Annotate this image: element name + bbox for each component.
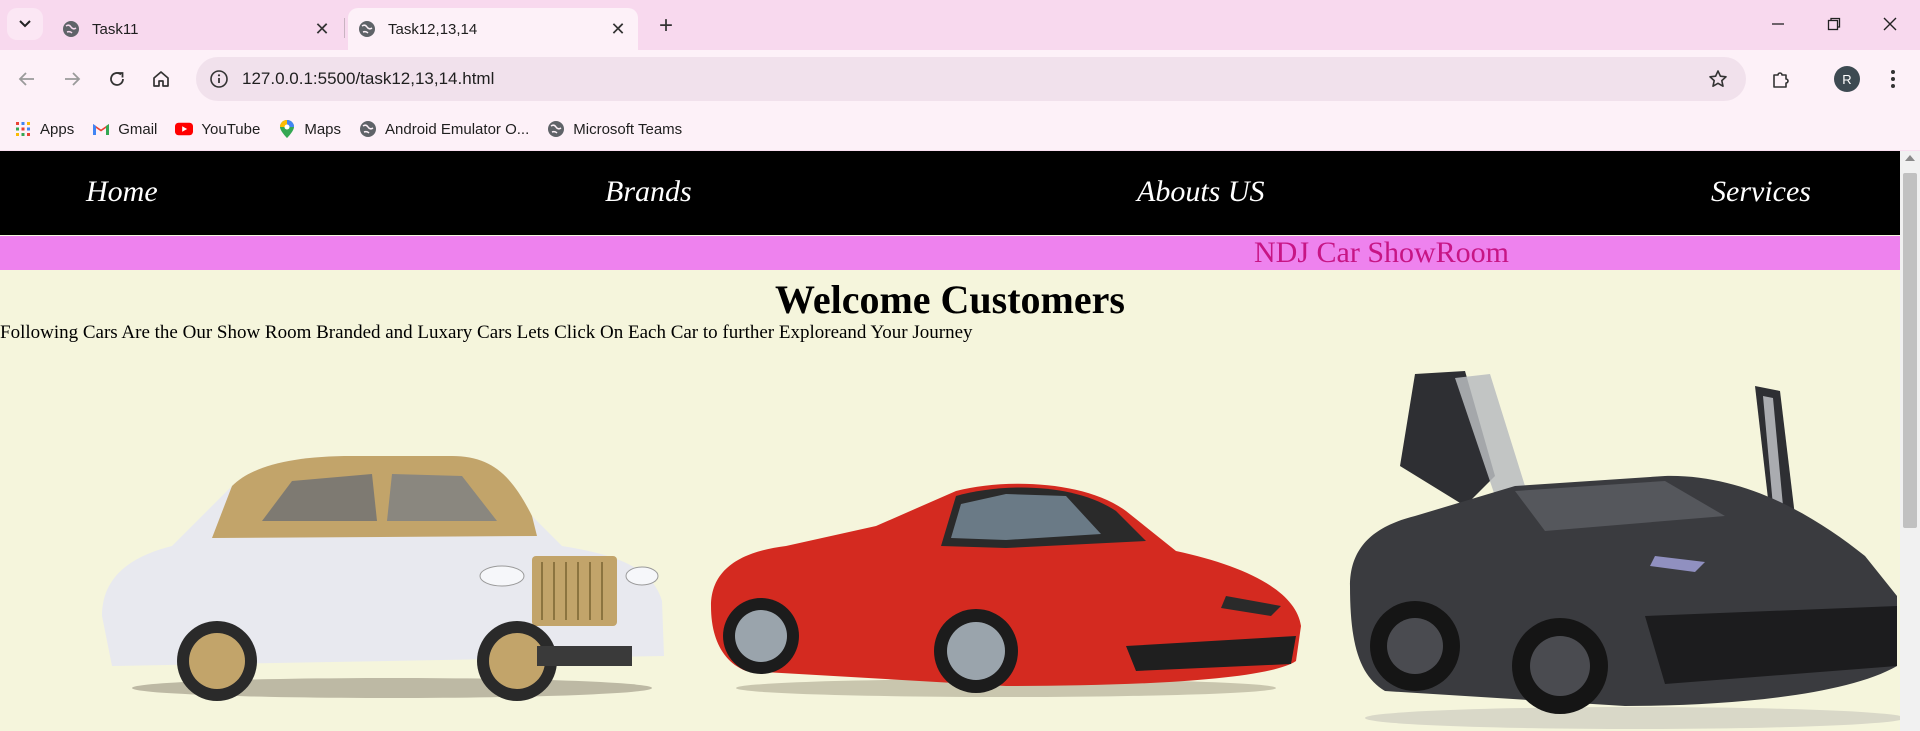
youtube-icon	[175, 120, 194, 138]
close-tab-icon[interactable]: ✕	[608, 19, 628, 39]
bookmarks-bar: Apps Gmail YouTube Maps Android Emulator…	[0, 108, 1920, 150]
car-image-rolls-royce[interactable]	[92, 426, 672, 701]
menu-button[interactable]	[1876, 62, 1910, 96]
tab-search-button[interactable]	[7, 8, 43, 40]
browser-toolbar: 127.0.0.1:5500/task12,13,14.html	[0, 50, 1920, 108]
page-title: Welcome Customers	[775, 277, 1125, 322]
bookmark-label: Android Emulator O...	[385, 120, 530, 138]
minimize-icon	[1772, 23, 1784, 25]
forward-button[interactable]	[55, 62, 89, 96]
tab-separator	[344, 18, 345, 38]
bookmark-label: Microsoft Teams	[573, 120, 683, 138]
bookmark-star-icon[interactable]	[1704, 65, 1732, 93]
chevron-down-icon	[19, 20, 31, 28]
close-tab-icon[interactable]: ✕	[312, 19, 332, 39]
marquee-text: NDJ Car ShowRoom	[1254, 236, 1510, 269]
bookmark-label: Maps	[304, 120, 342, 138]
extensions-button[interactable]	[1764, 62, 1798, 96]
globe-icon	[359, 21, 375, 37]
globe-icon	[359, 120, 377, 138]
tab-title: Task12,13,14	[388, 20, 478, 38]
bookmark-microsoft-teams[interactable]: Microsoft Teams	[547, 120, 682, 138]
showroom-marquee: NDJ Car ShowRoom	[0, 236, 1900, 270]
globe-icon	[547, 120, 565, 138]
new-tab-button[interactable]: +	[650, 10, 682, 42]
minimize-button[interactable]	[1750, 0, 1806, 48]
scrollbar-thumb[interactable]	[1903, 173, 1917, 528]
bookmark-maps[interactable]: Maps	[278, 120, 341, 138]
bookmark-gmail[interactable]: Gmail	[92, 120, 157, 138]
address-bar[interactable]: 127.0.0.1:5500/task12,13,14.html	[196, 57, 1746, 101]
more-vert-icon	[1891, 70, 1895, 88]
reload-icon	[110, 72, 124, 86]
arrow-right-icon	[65, 72, 81, 86]
intro-text: Following Cars Are the Our Show Room Bra…	[0, 322, 973, 343]
car-image-ferrari[interactable]	[706, 456, 1306, 701]
apps-grid-icon	[14, 120, 32, 138]
maps-pin-icon	[278, 120, 296, 138]
page-viewport: Home Brands Abouts US Services NDJ Car S…	[0, 151, 1900, 731]
tab-task11[interactable]: Task11 ✕	[52, 8, 342, 50]
car-image-lamborghini[interactable]	[1345, 366, 1900, 731]
close-icon	[1883, 17, 1897, 31]
bookmark-label: YouTube	[201, 120, 261, 138]
restore-icon	[1827, 17, 1841, 31]
back-button[interactable]	[10, 62, 44, 96]
gmail-icon	[92, 120, 110, 138]
tab-strip: Task11 ✕ Task12,13,14 ✕ +	[0, 0, 1920, 50]
tab-title: Task11	[92, 20, 139, 38]
reload-button[interactable]	[100, 62, 134, 96]
url-text[interactable]: 127.0.0.1:5500/task12,13,14.html	[242, 69, 1704, 89]
page-scrollbar[interactable]	[1900, 151, 1920, 731]
scroll-up-arrow-icon[interactable]	[1905, 155, 1915, 161]
restore-button[interactable]	[1806, 0, 1862, 48]
tab-task12[interactable]: Task12,13,14 ✕	[348, 8, 638, 50]
close-window-button[interactable]	[1862, 0, 1918, 48]
home-button[interactable]	[144, 62, 178, 96]
puzzle-icon	[1773, 72, 1789, 88]
globe-icon	[63, 21, 79, 37]
nav-brands-link[interactable]: Brands	[605, 175, 692, 209]
bookmark-youtube[interactable]: YouTube	[175, 120, 260, 138]
nav-home-link[interactable]: Home	[86, 175, 158, 209]
nav-services-link[interactable]: Services	[1711, 175, 1811, 209]
bookmark-apps[interactable]: Apps	[14, 120, 74, 138]
nav-about-link[interactable]: Abouts US	[1137, 175, 1265, 209]
bookmark-android-emulator[interactable]: Android Emulator O...	[359, 120, 529, 138]
site-navbar: Home Brands Abouts US Services	[0, 151, 1900, 235]
site-info-icon[interactable]	[208, 68, 230, 90]
arrow-left-icon	[18, 72, 34, 86]
bookmark-label: Gmail	[118, 120, 158, 138]
bookmark-label: Apps	[40, 120, 75, 138]
home-icon	[153, 71, 169, 87]
profile-avatar[interactable]: R	[1834, 66, 1860, 92]
